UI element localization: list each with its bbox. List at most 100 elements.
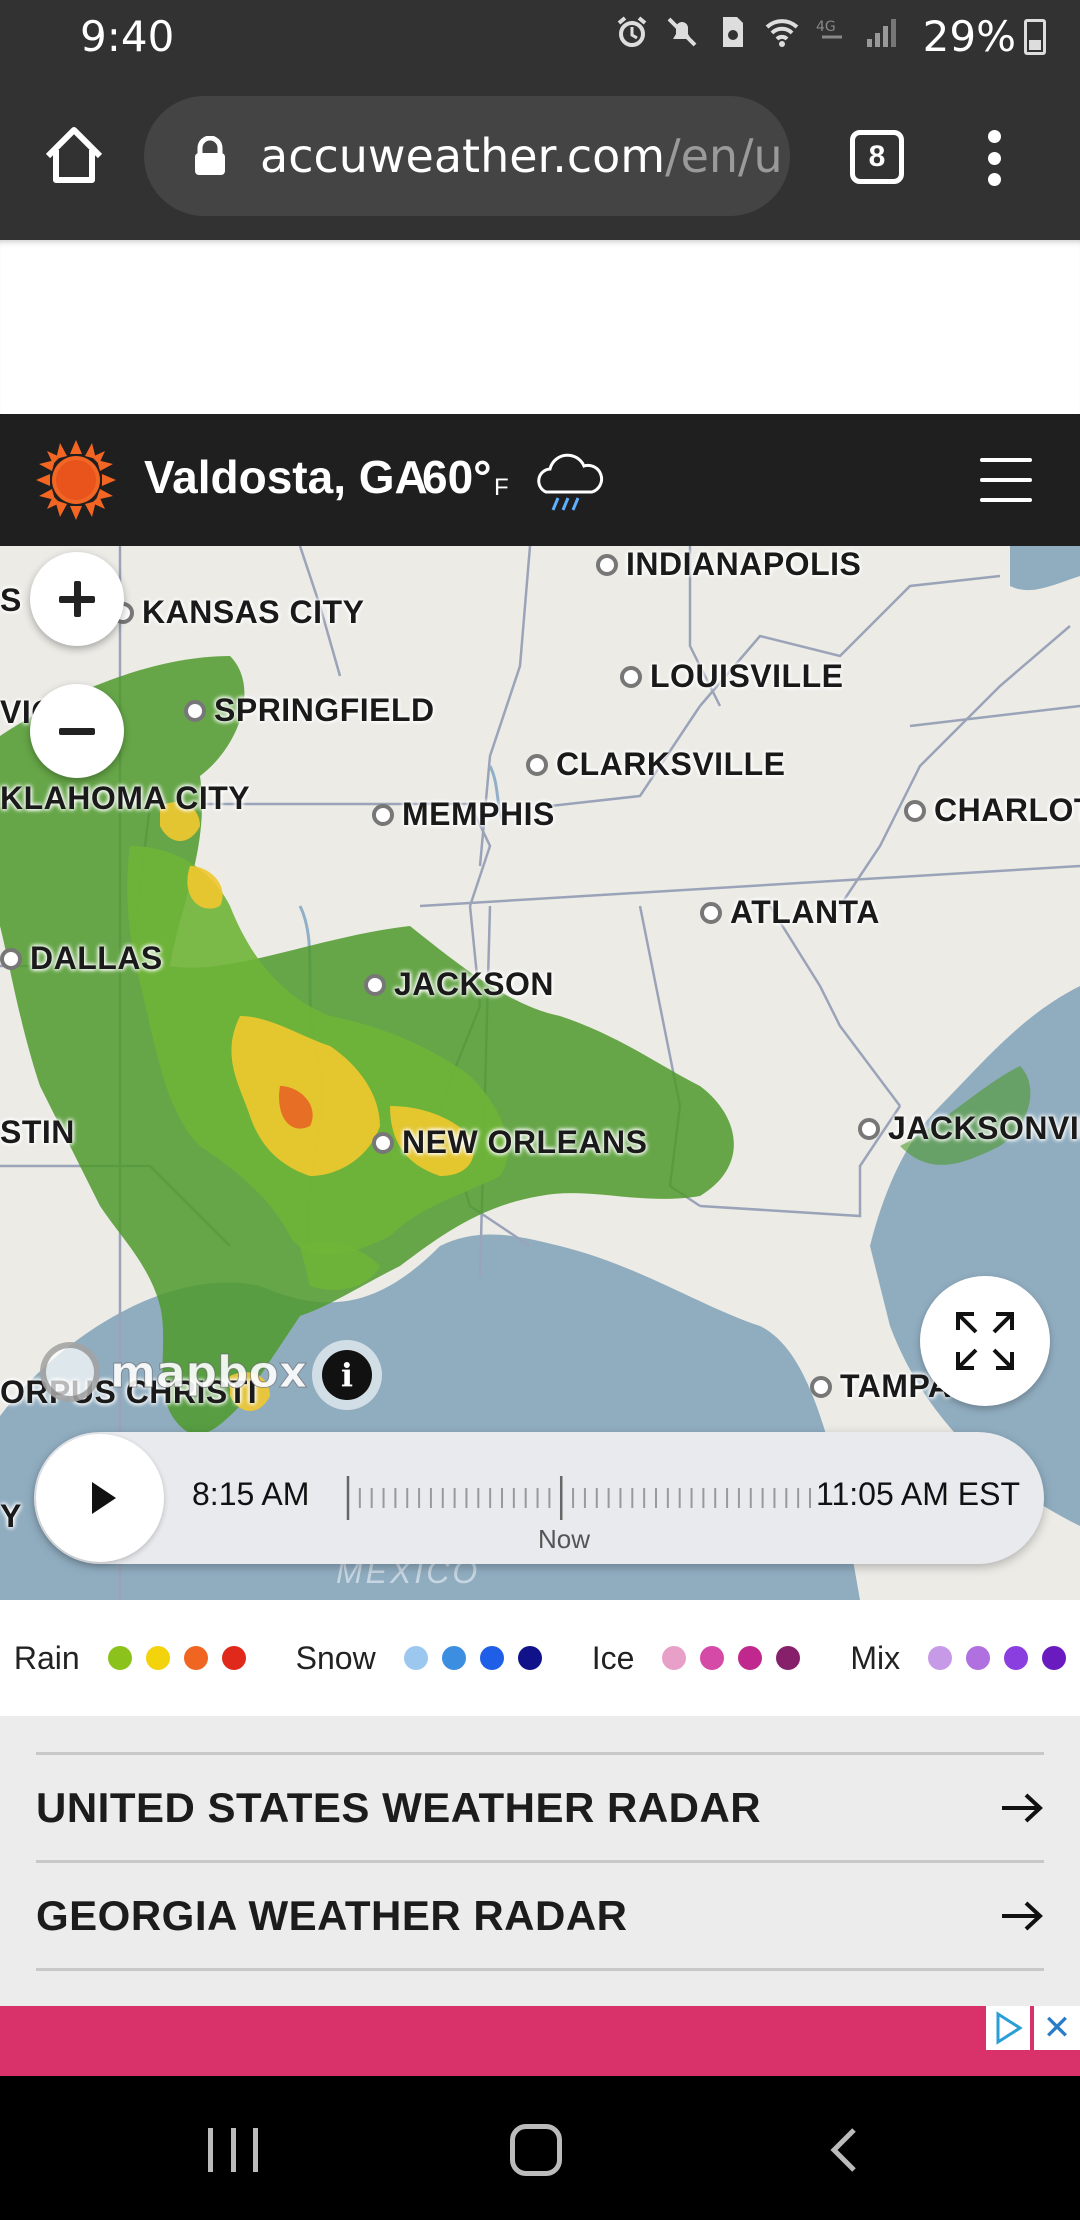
city-name: ATLANTA	[730, 894, 880, 930]
adchoices-icon[interactable]	[986, 2006, 1030, 2050]
city-name: STIN	[0, 1114, 75, 1150]
legend-swatch	[107, 1646, 132, 1670]
ad-space	[0, 240, 1080, 414]
battery-percent: 29%	[922, 12, 1016, 61]
city-name: MEMPHIS	[402, 796, 555, 832]
sun-logo-icon[interactable]	[34, 438, 118, 522]
divider	[36, 1968, 1044, 1971]
home-nav-icon[interactable]	[510, 2124, 562, 2176]
city-name: CHARLOT	[934, 792, 1080, 828]
recent-apps-icon[interactable]	[208, 2128, 258, 2172]
city-name: JACKSON	[394, 966, 554, 1002]
city-dot	[184, 699, 206, 722]
city-label[interactable]: JACKSON	[364, 966, 554, 1003]
plus-icon-stroke	[73, 581, 81, 617]
battery-icon	[1024, 18, 1046, 55]
play-icon[interactable]	[36, 1434, 164, 1562]
timeline-now-label: Now	[538, 1524, 591, 1554]
us-radar-link[interactable]: UNITED STATES WEATHER RADAR	[36, 1752, 1044, 1860]
city-name: CLARKSVILLE	[556, 746, 786, 782]
svg-text:4G: 4G	[816, 19, 836, 35]
site-header: Valdosta, GA 60° F	[0, 414, 1080, 546]
timeline-scrubber[interactable]	[346, 1476, 812, 1520]
precip-legend: Rain Snow Ice Mix	[0, 1600, 1080, 1716]
city-label[interactable]: LOUISVILLE	[620, 658, 843, 695]
georgia-radar-link[interactable]: GEORGIA WEATHER RADAR	[36, 1860, 1044, 1968]
system-nav-bar	[0, 2076, 1080, 2220]
legend-swatch	[928, 1646, 953, 1670]
legend-swatch	[183, 1646, 208, 1670]
city-dot	[904, 799, 926, 822]
mute-icon	[664, 14, 700, 50]
city-label[interactable]: DALLAS	[0, 940, 163, 977]
wifi-icon	[764, 14, 800, 50]
legend-swatch	[662, 1646, 687, 1670]
city-dot	[372, 803, 394, 826]
legend-swatch	[403, 1646, 428, 1670]
more-icon[interactable]	[980, 130, 1008, 186]
city-name: NEW ORLEANS	[402, 1124, 648, 1160]
timeline-start-time: 8:15 AM	[192, 1476, 310, 1512]
city-label[interactable]: STIN	[0, 1114, 75, 1151]
map-edge-label: S	[0, 582, 22, 618]
timeline-end-time: 11:05 AM EST	[816, 1476, 1020, 1512]
city-label[interactable]: SPRINGFIELD	[184, 692, 435, 729]
legend-ice: Ice	[592, 1640, 801, 1677]
info-button[interactable]: i	[312, 1340, 382, 1410]
legend-swatch	[517, 1646, 542, 1670]
home-icon[interactable]	[38, 120, 110, 192]
mapbox-logo[interactable]: mapbox	[40, 1342, 308, 1402]
4g-icon: 4G	[814, 14, 850, 50]
url-bar[interactable]: accuweather.com/en/u	[144, 96, 790, 216]
fullscreen-button[interactable]	[920, 1276, 1050, 1406]
city-dot	[526, 753, 548, 776]
legend-swatch	[145, 1646, 170, 1670]
expand-icon	[956, 1312, 1014, 1370]
temperature-unit: F	[494, 474, 509, 501]
hamburger-menu-icon[interactable]	[980, 458, 1032, 502]
radar-links: UNITED STATES WEATHER RADAR GEORGIA WEAT…	[0, 1716, 1080, 2006]
city-label[interactable]: CLARKSVILLE	[526, 746, 786, 783]
legend-swatch	[738, 1646, 763, 1670]
ad-close-button[interactable]: ✕	[1034, 2006, 1080, 2050]
legend-swatch	[1004, 1646, 1029, 1670]
city-label[interactable]: CHARLOT	[904, 792, 1080, 829]
city-name: DALLAS	[30, 940, 163, 976]
city-dot	[364, 973, 386, 996]
city-name: LOUISVILLE	[650, 658, 844, 694]
city-dot	[620, 665, 642, 688]
legend-swatch	[1042, 1646, 1067, 1670]
city-label[interactable]: ATLANTA	[700, 894, 880, 931]
arrow-right-icon	[1002, 1901, 1043, 1930]
city-label[interactable]: KLAHOMA CITY	[0, 780, 250, 817]
signal-icon	[864, 14, 900, 50]
zoom-out-button[interactable]	[30, 684, 124, 778]
link-label: GEORGIA WEATHER RADAR	[36, 1891, 628, 1939]
tab-count: 8	[868, 140, 886, 173]
city-label[interactable]: INDIANAPOLIS	[596, 546, 861, 583]
radar-timeline[interactable]: 8:15 AM Now 11:05 AM EST	[34, 1432, 1044, 1564]
radar-map[interactable]: S VIC Y INDIANAPOLIS KANSAS CITY LOUISVI…	[0, 546, 1080, 1600]
city-dot	[810, 1375, 832, 1398]
location-name[interactable]: Valdosta, GA	[144, 450, 428, 504]
back-icon[interactable]	[820, 2124, 872, 2176]
city-label[interactable]: JACKSONVIL	[858, 1110, 1080, 1147]
city-dot	[372, 1131, 394, 1154]
city-label[interactable]: NEW ORLEANS	[372, 1124, 648, 1161]
zoom-in-button[interactable]	[30, 552, 124, 646]
city-name: SPRINGFIELD	[214, 692, 435, 728]
city-dot	[596, 553, 618, 576]
url-path: /en/u	[665, 129, 783, 183]
url-text: accuweather.com/en/u	[260, 129, 783, 183]
mapbox-wordmark: mapbox	[109, 1346, 308, 1398]
close-icon: ✕	[1042, 2009, 1072, 2047]
ad-banner[interactable]	[0, 2006, 1080, 2076]
legend-swatch	[776, 1646, 801, 1670]
city-label[interactable]: KANSAS CITY	[112, 594, 364, 631]
tabs-button[interactable]: 8	[850, 130, 904, 184]
city-label[interactable]: MEMPHIS	[372, 796, 555, 833]
browser-toolbar: accuweather.com/en/u 8	[0, 72, 1080, 240]
lock-icon	[192, 135, 228, 176]
link-label: UNITED STATES WEATHER RADAR	[36, 1783, 762, 1831]
mapbox-icon	[40, 1342, 100, 1402]
